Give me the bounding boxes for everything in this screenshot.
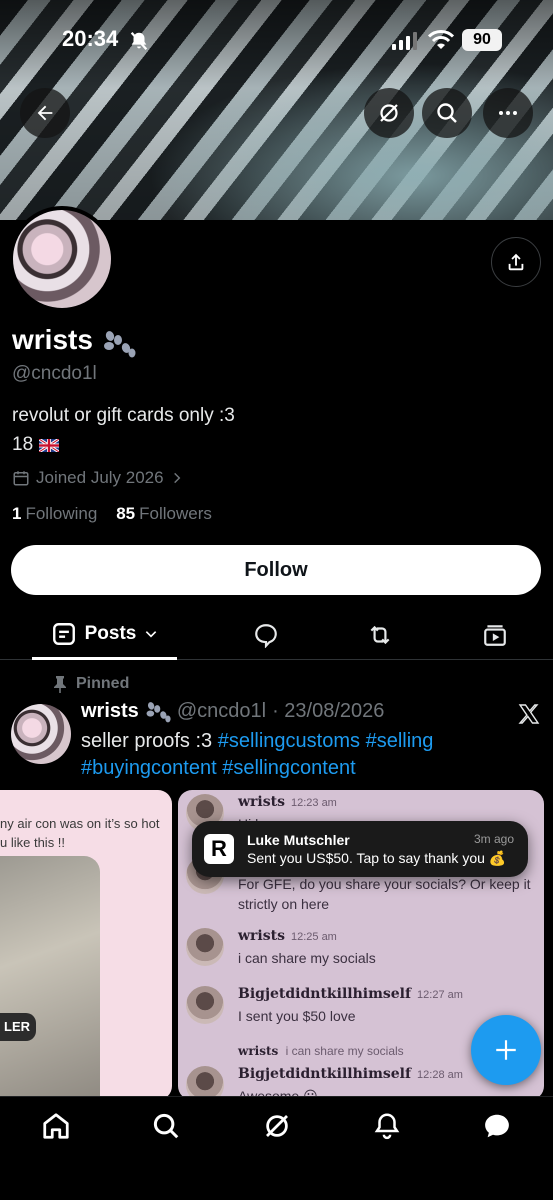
media-left-caption: ny air con was on it’s so hot u like thi… — [0, 814, 166, 852]
posts-icon — [52, 622, 75, 645]
wifi-icon — [428, 30, 454, 49]
followers-count: 85 — [116, 504, 136, 523]
repost-icon — [370, 625, 390, 645]
grok-button[interactable] — [364, 88, 414, 138]
post-hashtags-2[interactable]: #buyingcontent #sellingcontent — [81, 757, 356, 779]
notifications-bell-icon[interactable] — [372, 1111, 402, 1141]
dm-text: For GFE, do you share your socials? Or k… — [238, 876, 531, 912]
profile-page: 20:34 90 wrists @cncdo1l revolut or gift… — [0, 0, 553, 1200]
tab-reposts[interactable] — [354, 610, 406, 660]
notification-body: Sent you US$50. Tap to say thank you 💰 — [247, 850, 507, 866]
compose-button[interactable] — [471, 1015, 541, 1085]
paw-emoji-icon — [146, 701, 171, 722]
post-date: · 23/08/2026 — [272, 700, 385, 722]
revolut-app-icon: R — [204, 834, 234, 864]
post-avatar[interactable] — [11, 704, 71, 764]
tab-replies[interactable] — [240, 610, 292, 660]
following-label: Following — [25, 504, 98, 523]
chevron-right-icon — [173, 472, 180, 484]
tab-posts-label: Posts — [84, 622, 137, 644]
media-left-label: LER — [0, 1013, 36, 1041]
follow-stats: 1 Following 85 Followers — [12, 504, 212, 524]
paw-emoji-icon — [104, 331, 136, 358]
notification-time: 3m ago — [473, 832, 514, 846]
dm-name: wrists — [238, 794, 285, 810]
payment-notification[interactable]: R Luke Mutschler Sent you US$50. Tap to … — [192, 821, 528, 877]
profile-tabs: Posts — [0, 610, 553, 660]
dm-time: 12:28 am — [417, 1069, 463, 1081]
tab-videos[interactable] — [469, 610, 521, 660]
video-icon — [484, 625, 506, 646]
pin-icon — [54, 676, 66, 693]
status-bar: 20:34 90 — [0, 26, 553, 56]
dm-reply-text: i can share my socials — [285, 1044, 404, 1058]
search-icon — [437, 103, 457, 123]
dm-avatar — [186, 1066, 224, 1100]
arrow-left-icon — [37, 105, 53, 121]
share-icon — [508, 253, 524, 271]
dm-name: wrists — [238, 928, 285, 944]
followers-link[interactable]: 85 Followers — [116, 504, 212, 523]
pinned-label: Pinned — [76, 675, 130, 692]
home-icon[interactable] — [41, 1111, 71, 1141]
grok-nav-icon[interactable] — [262, 1111, 292, 1141]
post-hashtags-1[interactable]: #sellingcustoms #selling — [218, 730, 434, 752]
status-time: 20:34 — [62, 26, 119, 51]
media-left-text-1: ny air con was on it’s so hot — [0, 816, 160, 831]
dm-time: 12:25 am — [290, 931, 337, 943]
notification-title: Luke Mutschler — [247, 832, 350, 848]
battery-indicator: 90 — [462, 29, 502, 51]
dm-message: wrists 12:25 am i can share my socials — [186, 928, 544, 972]
joined-date[interactable]: Joined July 2026 — [12, 468, 184, 488]
back-button[interactable] — [20, 88, 70, 138]
following-link[interactable]: 1 Following — [12, 504, 97, 523]
plus-icon — [496, 1040, 516, 1060]
media-left-photo — [0, 856, 100, 1100]
media-left-text-2: u like this !! — [0, 835, 66, 850]
profile-age: 18 — [12, 434, 60, 456]
search-nav-icon[interactable] — [151, 1111, 181, 1141]
calendar-icon — [13, 471, 29, 486]
dm-avatar — [186, 986, 224, 1024]
dm-avatar — [186, 928, 224, 966]
age-text: 18 — [12, 434, 34, 455]
dm-text: i can share my socials — [238, 950, 376, 966]
bottom-navigation — [0, 1096, 553, 1200]
following-count: 1 — [12, 504, 22, 523]
more-horizontal-icon — [499, 111, 517, 115]
uk-flag-icon — [39, 438, 60, 452]
joined-text: Joined July 2026 — [36, 468, 164, 487]
post-header: wrists @cncdo1l · 23/08/2026 — [81, 700, 384, 723]
dm-time: 12:23 am — [290, 797, 337, 809]
x-logo-icon[interactable] — [517, 702, 541, 726]
profile-handle: @cncdo1l — [12, 363, 97, 384]
pinned-indicator: Pinned — [52, 675, 129, 693]
search-button[interactable] — [422, 88, 472, 138]
share-button[interactable] — [491, 237, 541, 287]
post-handle[interactable]: @cncdo1l — [177, 700, 266, 723]
signal-icon — [392, 32, 417, 50]
tab-posts[interactable]: Posts — [32, 610, 177, 660]
grok-icon — [380, 104, 398, 122]
more-button[interactable] — [483, 88, 533, 138]
followers-label: Followers — [139, 504, 212, 523]
reply-bubble-icon — [255, 624, 277, 648]
follow-button[interactable]: Follow — [11, 545, 541, 595]
post-image-left[interactable]: ny air con was on it’s so hot u like thi… — [0, 790, 172, 1100]
profile-bio: revolut or gift cards only :3 — [12, 405, 235, 426]
bell-muted-icon — [130, 31, 148, 51]
post-author[interactable]: wrists — [81, 700, 139, 723]
dm-time: 12:27 am — [417, 989, 463, 1001]
chevron-down-icon — [146, 630, 157, 637]
profile-name: wrists — [12, 324, 93, 355]
dm-name: Bigjetdidntkillhimself — [238, 986, 412, 1002]
dm-reply-name: wrists — [238, 1044, 279, 1058]
post-body: seller proofs :3 #sellingcustoms #sellin… — [81, 728, 521, 782]
messages-icon[interactable] — [482, 1111, 512, 1141]
post-text: seller proofs :3 — [81, 730, 213, 752]
dm-name: Bigjetdidntkillhimself — [238, 1066, 412, 1082]
profile-avatar[interactable] — [9, 206, 115, 312]
